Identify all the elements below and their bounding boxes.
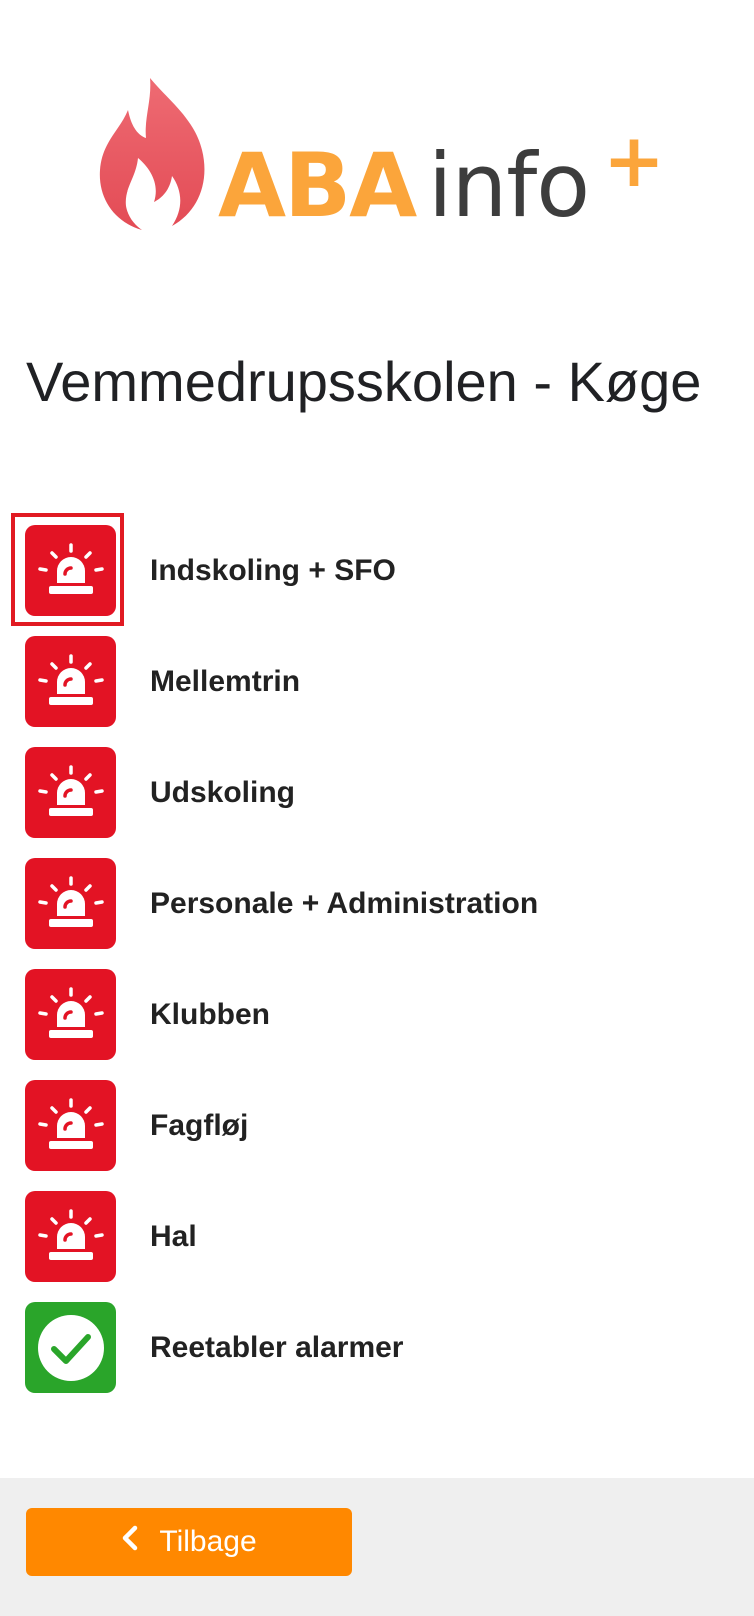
alarm-item-klubben[interactable]: Klubben bbox=[0, 969, 754, 1061]
back-button-label: Tilbage bbox=[159, 1525, 257, 1558]
alarm-item-udskoling[interactable]: Udskoling bbox=[0, 747, 754, 839]
siren-icon[interactable] bbox=[25, 636, 116, 727]
alarm-label: Klubben bbox=[150, 998, 270, 1031]
logo-text-info: info bbox=[428, 134, 590, 237]
logo-text-aba: ABA bbox=[218, 134, 417, 237]
alarm-label: Hal bbox=[150, 1220, 197, 1253]
chevron-left-icon bbox=[121, 1525, 139, 1559]
alarm-item-personale-administration[interactable]: Personale + Administration bbox=[0, 858, 754, 950]
footer-bar: Tilbage bbox=[0, 1478, 754, 1616]
siren-icon[interactable] bbox=[25, 525, 116, 616]
alarm-item-hal[interactable]: Hal bbox=[0, 1191, 754, 1283]
siren-icon[interactable] bbox=[25, 1080, 116, 1171]
flame-icon bbox=[99, 78, 205, 230]
back-button[interactable]: Tilbage bbox=[26, 1508, 352, 1576]
siren-icon[interactable] bbox=[25, 747, 116, 838]
page-title: Vemmedrupsskolen - Køge bbox=[26, 350, 702, 413]
siren-icon[interactable] bbox=[25, 969, 116, 1060]
logo-plus: + bbox=[603, 118, 666, 204]
siren-icon[interactable] bbox=[25, 858, 116, 949]
alarm-item-mellemtrin[interactable]: Mellemtrin bbox=[0, 636, 754, 728]
alarm-item-indskoling-sfo[interactable]: Indskoling + SFO bbox=[0, 513, 754, 626]
aba-info-logo: ABA info + bbox=[98, 78, 665, 238]
alarm-label: Mellemtrin bbox=[150, 665, 301, 698]
checkmark-icon[interactable] bbox=[25, 1302, 116, 1393]
alarm-label: Personale + Administration bbox=[150, 887, 539, 920]
alarm-label: Fagfløj bbox=[150, 1109, 249, 1142]
alarm-label: Reetabler alarmer bbox=[150, 1331, 404, 1364]
siren-icon[interactable] bbox=[25, 1191, 116, 1282]
alarm-list: Indskoling + SFO Mellemtrin Udskoling Pe… bbox=[0, 513, 754, 1413]
alarm-item-fagfloej[interactable]: Fagfløj bbox=[0, 1080, 754, 1172]
alarm-item-reetabler-alarmer[interactable]: Reetabler alarmer bbox=[0, 1302, 754, 1394]
alarm-label: Indskoling + SFO bbox=[150, 554, 396, 587]
alarm-label: Udskoling bbox=[150, 776, 296, 809]
